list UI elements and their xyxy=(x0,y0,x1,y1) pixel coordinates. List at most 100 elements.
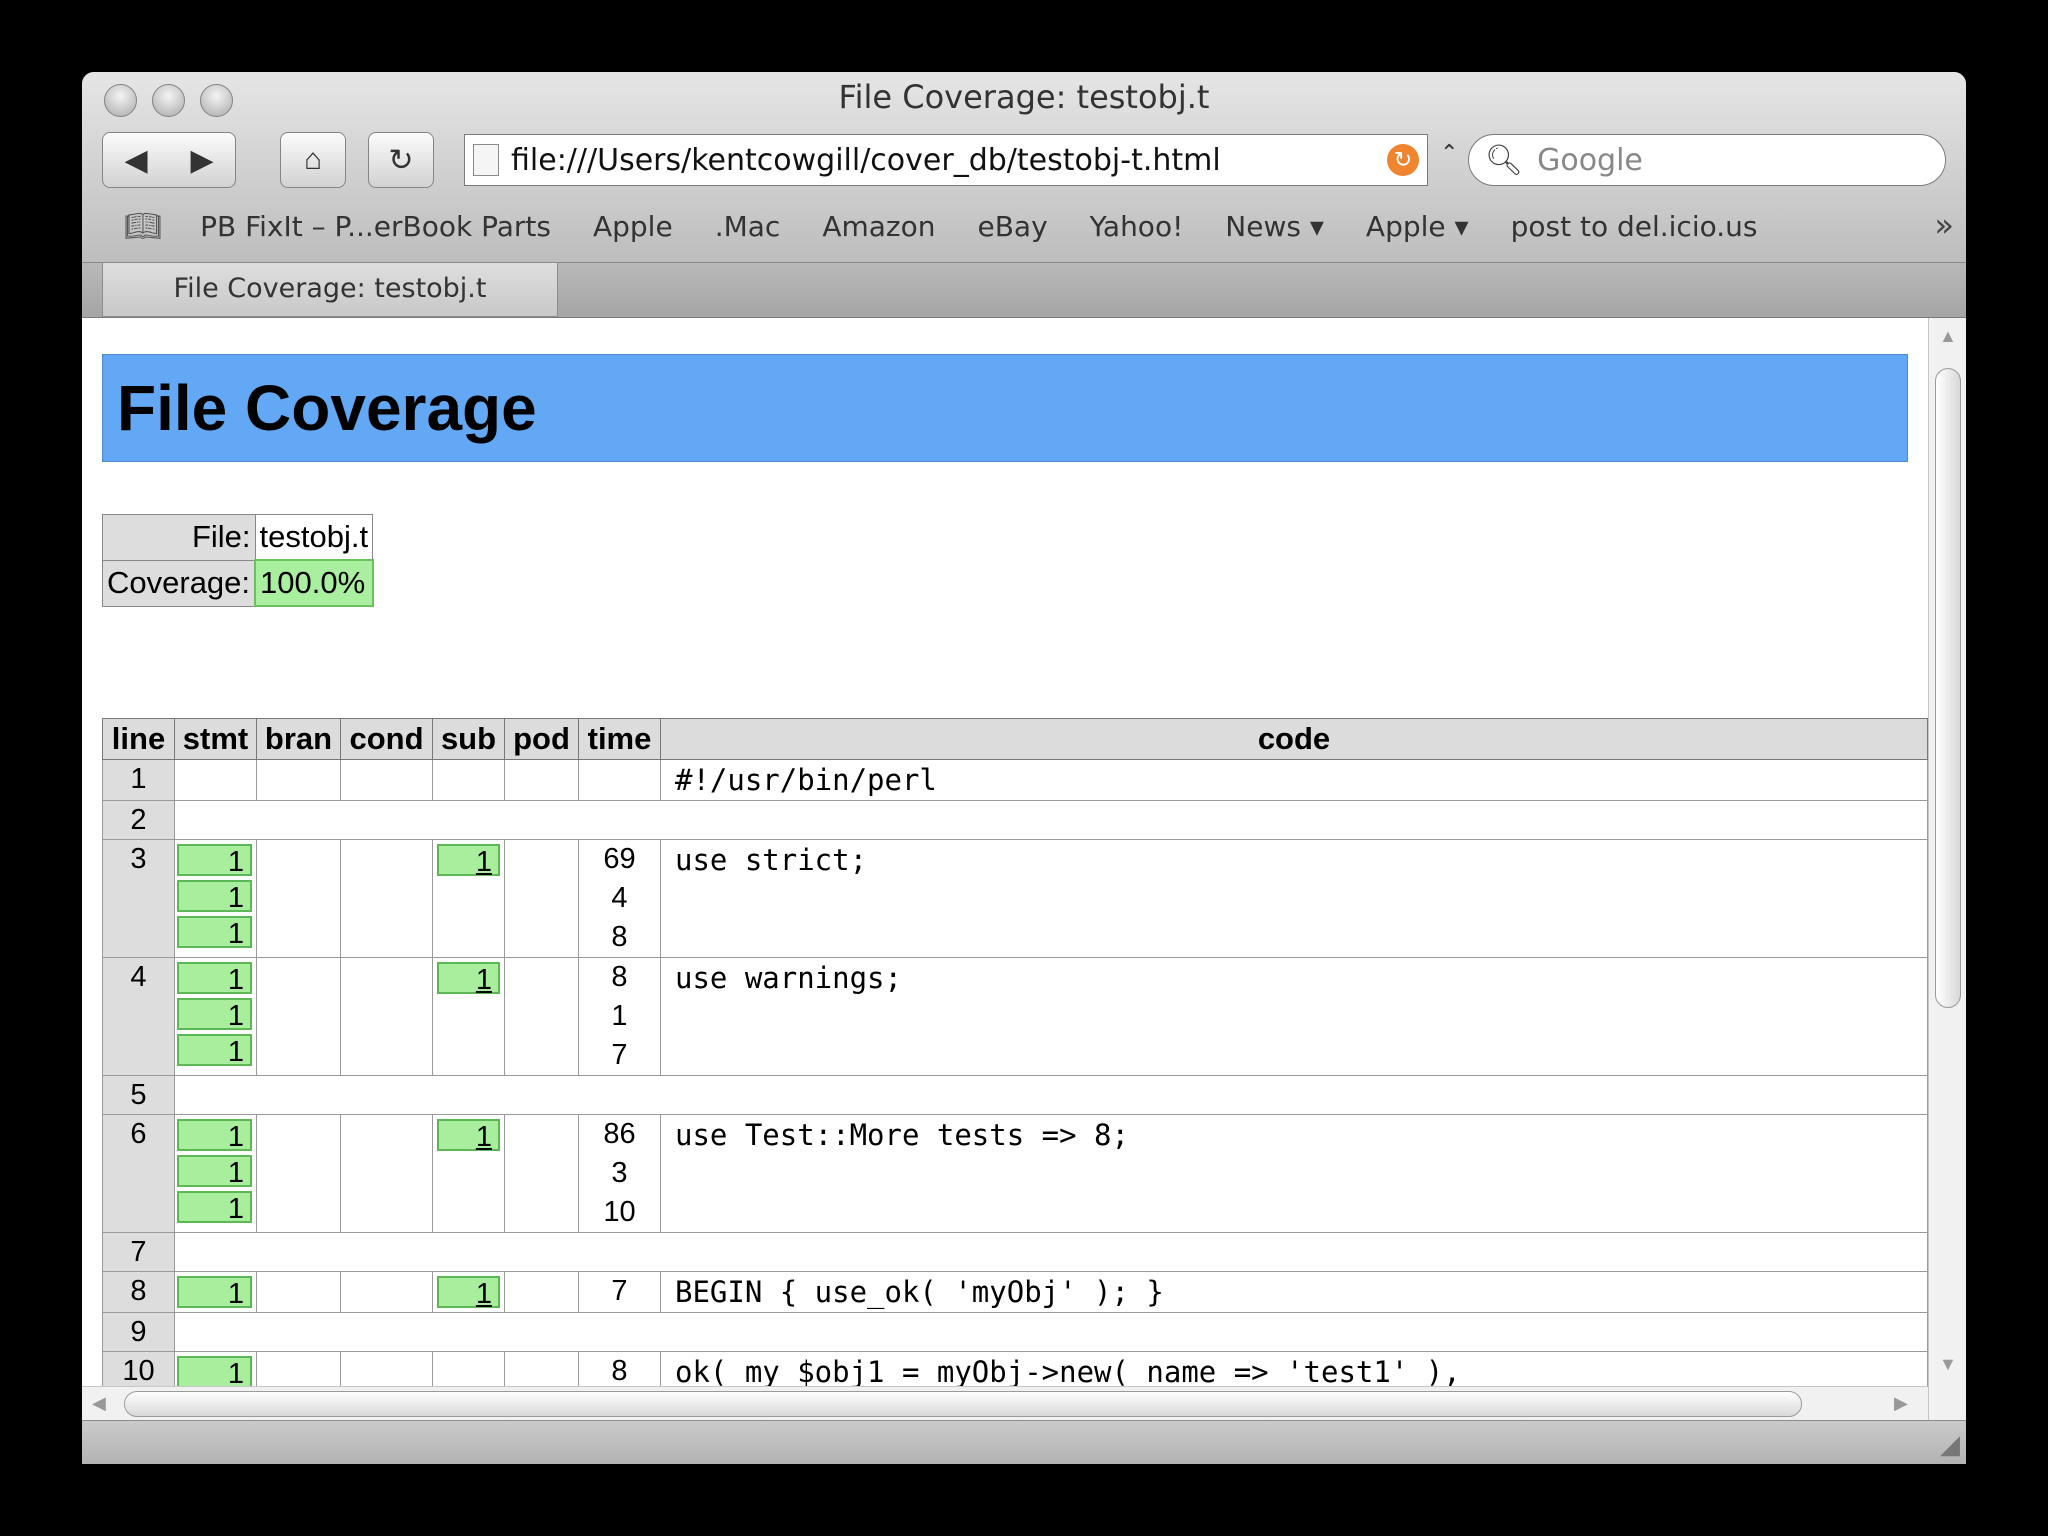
file-row: File: testobj.t xyxy=(102,514,374,561)
line-number: 2 xyxy=(102,800,175,840)
table-row: 3 1 1 1 1 69 4 8 use strict; xyxy=(102,839,1928,958)
cond-cell xyxy=(340,839,433,958)
search-placeholder: Google xyxy=(1537,142,1643,178)
time-cell xyxy=(578,759,661,801)
stmt-cell: 1 xyxy=(174,1271,257,1313)
scroll-left-icon[interactable]: ◀ xyxy=(92,1393,106,1414)
vertical-scrollbar[interactable]: ▲ ▼ xyxy=(1928,318,1966,1456)
stmt-count: 1 xyxy=(177,1356,252,1390)
file-label: File: xyxy=(102,514,256,561)
table-row: 6 1 1 1 1 86 3 10 use Test::More tests => 8; xyxy=(102,1114,1928,1233)
scroll-up-icon[interactable]: ▲ xyxy=(1939,326,1957,347)
time-value: 7 xyxy=(611,1275,628,1307)
bookmark-amazon[interactable]: Amazon xyxy=(822,210,935,243)
scroll-down-icon[interactable]: ▼ xyxy=(1939,1354,1957,1375)
resize-grip-icon[interactable]: ◢ xyxy=(1940,1429,1960,1460)
horizontal-scrollbar[interactable]: ◀ ▶ xyxy=(82,1386,1928,1420)
search-icon[interactable]: 🔍︎ xyxy=(1485,143,1523,178)
forward-arrow-icon[interactable]: ▶ xyxy=(169,143,235,178)
sub-count-link[interactable]: 1 xyxy=(437,1276,500,1310)
bookmark-pb-fixit[interactable]: PB FixIt – P...erBook Parts xyxy=(200,210,551,243)
cond-cell xyxy=(340,1114,433,1233)
address-bar-url[interactable]: file:///Users/kentcowgill/cover_db/testo… xyxy=(511,143,1387,178)
stmt-count: 1 xyxy=(177,1191,252,1225)
pod-cell xyxy=(504,957,579,1076)
table-row: 8 1 1 7 BEGIN { use_ok( 'myObj' ); } xyxy=(102,1271,1928,1313)
stmt-cell xyxy=(174,759,257,801)
reload-icon: ↻ xyxy=(388,143,414,177)
line-number: 6 xyxy=(102,1114,175,1233)
sub-count-link[interactable]: 1 xyxy=(437,962,500,996)
vertical-scroll-thumb[interactable] xyxy=(1935,368,1961,1008)
table-row: 2 xyxy=(102,800,1928,840)
column-header-pod: pod xyxy=(504,718,579,760)
bookmark-delicious[interactable]: post to del.icio.us xyxy=(1511,210,1758,243)
pod-cell xyxy=(504,1114,579,1233)
bookmark-mac[interactable]: .Mac xyxy=(715,210,781,243)
column-header-code: code xyxy=(660,718,1928,760)
horizontal-scroll-thumb[interactable] xyxy=(124,1391,1802,1417)
bookmark-ebay[interactable]: eBay xyxy=(977,210,1047,243)
sub-cell: 1 xyxy=(432,839,505,958)
sub-cell: 1 xyxy=(432,957,505,1076)
stmt-count: 1 xyxy=(177,998,252,1032)
code-cell: use warnings; xyxy=(660,957,1928,1076)
time-value: 8 xyxy=(611,961,628,993)
time-value: 86 xyxy=(603,1118,636,1150)
status-bar: ◢ xyxy=(82,1420,1966,1464)
column-header-cond: cond xyxy=(340,718,433,760)
bookmark-apple-menu[interactable]: Apple ▾ xyxy=(1366,210,1469,243)
bookmark-apple[interactable]: Apple xyxy=(593,210,673,243)
sub-cell: 1 xyxy=(432,1114,505,1233)
stmt-count: 1 xyxy=(177,1119,252,1153)
column-header-line: line xyxy=(102,718,175,760)
home-icon: ⌂ xyxy=(303,143,323,176)
toolbar: ◀ ▶ ⌂ ↻ file:///Users/kentcowgill/cover_… xyxy=(102,132,1946,190)
search-field[interactable]: 🔍︎ Google xyxy=(1468,134,1946,186)
time-value: 8 xyxy=(611,921,628,953)
tab-file-coverage[interactable]: File Coverage: testobj.t xyxy=(102,263,558,317)
time-value: 7 xyxy=(611,1039,628,1071)
line-number: 9 xyxy=(102,1312,175,1352)
time-value: 1 xyxy=(611,1000,628,1032)
back-arrow-icon[interactable]: ◀ xyxy=(103,143,169,178)
sub-count-link[interactable]: 1 xyxy=(437,1119,500,1153)
bookmark-news-menu[interactable]: News ▾ xyxy=(1225,210,1324,243)
bran-cell xyxy=(256,957,341,1076)
home-button[interactable]: ⌂ xyxy=(280,132,346,188)
book-icon[interactable]: 📖︎ xyxy=(124,209,162,244)
column-header-time: time xyxy=(578,718,661,760)
code-cell: use strict; xyxy=(660,839,1928,958)
line-number: 8 xyxy=(102,1271,175,1313)
bookmark-yahoo[interactable]: Yahoo! xyxy=(1090,210,1184,243)
blank-cell xyxy=(174,1232,1928,1272)
sub-count-link[interactable]: 1 xyxy=(437,844,500,878)
blank-cell xyxy=(174,1312,1928,1352)
reload-button[interactable]: ↻ xyxy=(368,132,434,188)
stmt-cell: 111 xyxy=(174,1114,257,1233)
coverage-label: Coverage: xyxy=(102,559,256,607)
line-number: 1 xyxy=(102,759,175,801)
cond-cell xyxy=(340,1271,433,1313)
time-value: 69 xyxy=(603,843,636,875)
address-bar[interactable]: file:///Users/kentcowgill/cover_db/testo… xyxy=(464,134,1428,186)
code-cell: use Test::More tests => 8; xyxy=(660,1114,1928,1233)
stmt-cell: 111 xyxy=(174,839,257,958)
page-icon xyxy=(473,144,499,176)
more-bookmarks-icon[interactable]: » xyxy=(1934,206,1954,244)
table-row: 7 xyxy=(102,1232,1928,1272)
sub-cell: 1 xyxy=(432,1271,505,1313)
coverage-row: Coverage: 100.0% xyxy=(102,559,374,607)
scroll-right-icon[interactable]: ▶ xyxy=(1894,1393,1908,1414)
stmt-count: 1 xyxy=(177,1276,252,1310)
stmt-count: 1 xyxy=(177,962,252,996)
table-row: 5 xyxy=(102,1075,1928,1115)
browser-window: File Coverage: testobj.t ◀ ▶ ⌂ ↻ file://… xyxy=(82,72,1966,1464)
time-cell: 7 xyxy=(578,1271,661,1313)
rss-icon[interactable]: ↻ xyxy=(1387,144,1419,176)
file-value: testobj.t xyxy=(254,514,374,561)
table-header-row: line stmt bran cond sub pod time code xyxy=(102,718,1928,760)
pod-cell xyxy=(504,759,579,801)
bran-cell xyxy=(256,759,341,801)
coverage-table: line stmt bran cond sub pod time code 1 #… xyxy=(102,718,1928,1393)
